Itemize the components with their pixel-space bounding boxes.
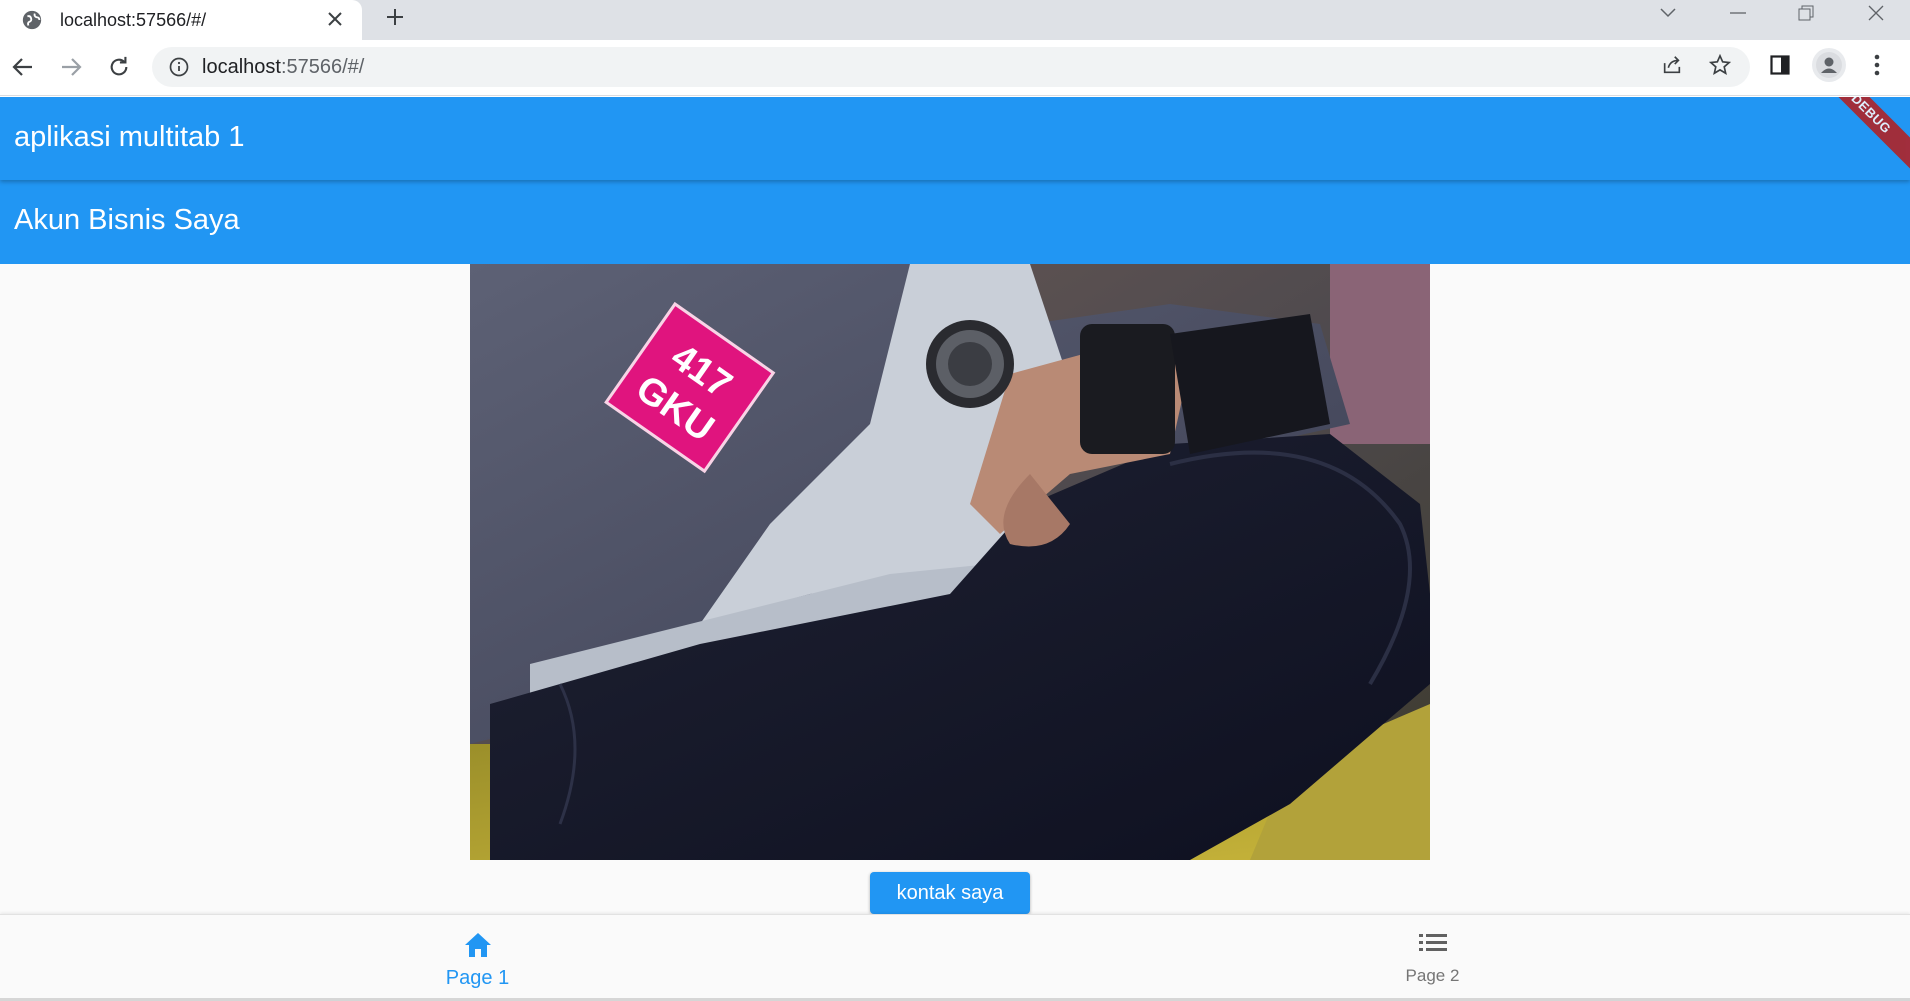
more-menu-icon[interactable]: [1860, 48, 1894, 82]
minimize-icon[interactable]: [1718, 0, 1758, 26]
share-icon[interactable]: [1655, 48, 1689, 82]
browser-tab[interactable]: localhost:57566/#/: [0, 0, 362, 40]
back-arrow-icon[interactable]: [6, 50, 40, 84]
bookmark-star-icon[interactable]: [1703, 48, 1737, 82]
sub-header-title: Akun Bisnis Saya: [14, 204, 240, 236]
browser-toolbar: localhost:57566/#/: [0, 40, 1910, 96]
tab-title: localhost:57566/#/: [60, 9, 207, 30]
profile-avatar-icon[interactable]: [1812, 48, 1846, 82]
bottom-navigation: Page 1 Page 2: [0, 914, 1910, 1001]
list-icon: [1418, 931, 1448, 960]
url-host: localhost: [202, 55, 281, 78]
app-bar: aplikasi multitab 1: [0, 97, 1910, 180]
close-tab-icon[interactable]: [322, 6, 348, 32]
side-panel-icon[interactable]: [1763, 48, 1797, 82]
profile-photo: 417 GKU: [470, 264, 1430, 860]
app-viewport: aplikasi multitab 1 DEBUG Akun Bisnis Sa…: [0, 97, 1910, 1001]
home-icon: [463, 931, 493, 964]
url-text: localhost:57566/#/: [202, 56, 364, 79]
new-tab-icon[interactable]: [380, 2, 410, 32]
url-path: :57566/#/: [280, 55, 365, 78]
app-bar-title: aplikasi multitab 1: [14, 121, 245, 153]
restore-icon[interactable]: [1786, 0, 1826, 26]
site-info-icon[interactable]: [167, 55, 191, 79]
browser-tabstrip: localhost:57566/#/: [0, 0, 1910, 40]
contact-button[interactable]: kontak saya: [870, 872, 1030, 914]
nav-item-page-2[interactable]: Page 2: [955, 915, 1910, 1001]
nav-label-page-1: Page 1: [445, 967, 510, 989]
globe-icon: [20, 9, 43, 32]
address-bar[interactable]: localhost:57566/#/: [152, 47, 1750, 87]
close-window-icon[interactable]: [1856, 0, 1896, 26]
nav-item-page-1[interactable]: Page 1: [0, 915, 955, 1001]
sub-header: Akun Bisnis Saya: [0, 180, 1910, 264]
nav-label-page-2: Page 2: [1405, 966, 1460, 985]
forward-arrow-icon[interactable]: [54, 50, 88, 84]
tab-search-icon[interactable]: [1648, 0, 1688, 26]
reload-icon[interactable]: [102, 50, 136, 84]
